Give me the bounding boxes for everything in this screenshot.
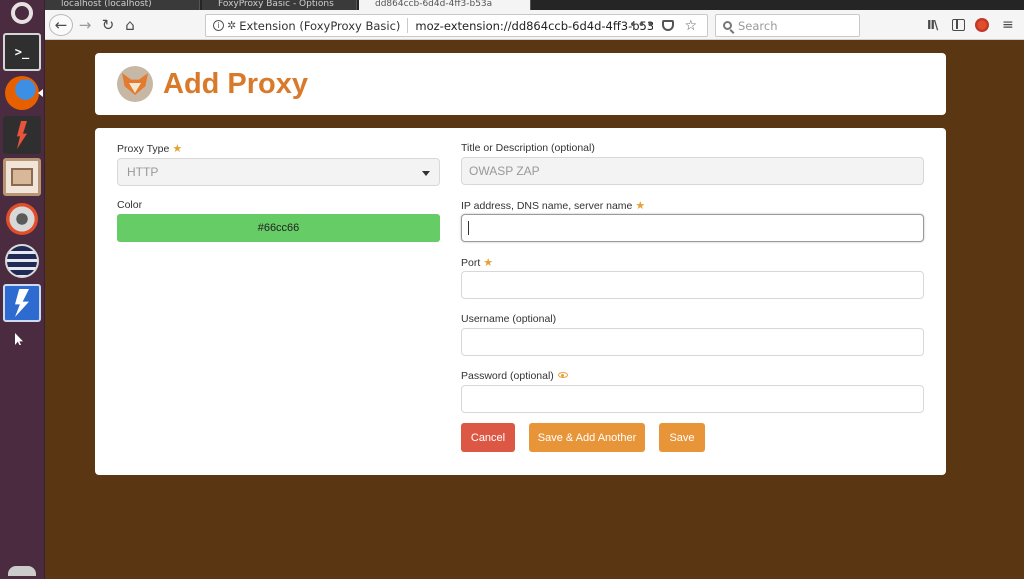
launcher: >_ <box>0 0 45 579</box>
url-text[interactable]: moz-extension://dd864ccb-6d4d-4ff3-b53a-… <box>415 19 653 33</box>
pocket-icon[interactable] <box>662 20 674 31</box>
foxyproxy-logo-icon <box>117 66 153 102</box>
address-label: IP address, DNS name, server name ★ <box>461 199 645 212</box>
proxy-type-label-text: Proxy Type <box>117 143 170 155</box>
gear-icon <box>6 203 38 235</box>
sidebar-icon[interactable] <box>952 19 965 31</box>
tab-label: FoxyProxy Basic - Options <box>218 0 334 9</box>
header-card: Add Proxy <box>95 53 946 115</box>
active-app-indicator <box>38 89 43 97</box>
back-arrow-icon: ← <box>54 16 68 34</box>
title-input[interactable]: OWASP ZAP <box>461 157 924 185</box>
mouse-cursor-icon <box>15 333 23 345</box>
library-icon[interactable]: II\ <box>927 18 938 32</box>
tab-strip: localhost (localhost) FoxyProxy Basic - … <box>45 0 1024 10</box>
back-button[interactable]: ← <box>49 14 73 36</box>
trash-launcher[interactable] <box>8 566 36 576</box>
info-icon[interactable]: i <box>213 20 224 31</box>
url-separator <box>407 18 409 33</box>
color-label: Color <box>117 199 143 211</box>
proxy-type-label: Proxy Type ★ <box>117 142 182 155</box>
tab-localhost[interactable]: localhost (localhost) <box>45 0 200 10</box>
firefox-icon <box>5 76 39 110</box>
password-input[interactable] <box>461 385 924 413</box>
navigation-bar: ← → ↻ ⌂ i ✲ Extension (FoxyProxy Basic) … <box>45 10 1024 40</box>
reload-button[interactable]: ↻ <box>98 14 118 36</box>
search-placeholder: Search <box>738 18 778 33</box>
username-label: Username (optional) <box>461 313 557 325</box>
bookmark-star-icon[interactable]: ☆ <box>684 18 697 34</box>
port-input[interactable] <box>461 271 924 299</box>
tab-add-proxy[interactable]: dd864ccb-6d4d-4ff3-b53a <box>359 0 531 10</box>
files-icon <box>11 168 33 186</box>
username-input[interactable] <box>461 328 924 356</box>
color-picker[interactable]: #66cc66 <box>117 214 440 242</box>
title-label: Title or Description (optional) <box>461 142 595 154</box>
search-icon <box>723 21 732 30</box>
add-proxy-form: Proxy Type ★ HTTP Color #66cc66 Title or … <box>95 128 946 475</box>
color-value: #66cc66 <box>257 222 300 234</box>
required-star-icon: ★ <box>483 257 494 269</box>
chevron-down-icon <box>422 171 430 176</box>
search-input[interactable]: Search <box>715 14 860 37</box>
page-title: Add Proxy <box>163 67 309 100</box>
puzzle-icon: ✲ <box>227 19 237 32</box>
save-and-add-another-button[interactable]: Save & Add Another <box>529 423 645 452</box>
page-actions-icon[interactable]: ••• <box>629 18 655 33</box>
password-label: Password (optional) <box>461 370 568 382</box>
save-button[interactable]: Save <box>659 423 705 452</box>
terminal-launcher[interactable]: >_ <box>3 33 41 71</box>
hamburger-menu-icon[interactable]: ≡ <box>1002 18 1014 32</box>
password-label-text: Password (optional) <box>461 370 554 382</box>
title-placeholder: OWASP ZAP <box>469 164 540 178</box>
url-bar[interactable]: i ✲ Extension (FoxyProxy Basic) moz-exte… <box>205 14 708 37</box>
port-label: Port ★ <box>461 256 493 269</box>
proxy-type-select[interactable]: HTTP <box>117 158 440 186</box>
required-star-icon: ★ <box>172 143 183 155</box>
required-star-icon: ★ <box>635 200 646 212</box>
eclipse-icon <box>5 244 39 278</box>
owasp-zap-launcher[interactable] <box>3 284 41 322</box>
ubuntu-dash-button[interactable] <box>6 0 38 26</box>
lightning-icon <box>15 289 29 317</box>
cancel-button[interactable]: Cancel <box>461 423 515 452</box>
address-input[interactable] <box>461 214 924 242</box>
port-label-text: Port <box>461 257 481 269</box>
firefox-launcher[interactable] <box>3 74 41 112</box>
zap-launcher[interactable] <box>3 116 41 154</box>
settings-launcher[interactable] <box>3 200 41 238</box>
forward-button[interactable]: → <box>75 14 95 36</box>
forward-arrow-icon: → <box>78 16 92 34</box>
address-label-text: IP address, DNS name, server name <box>461 200 633 212</box>
tab-label: dd864ccb-6d4d-4ff3-b53a <box>375 0 493 9</box>
ubuntu-logo-icon <box>11 2 33 24</box>
extension-identity-label: Extension (FoxyProxy Basic) <box>239 18 401 33</box>
home-button[interactable]: ⌂ <box>119 14 141 36</box>
burp-launcher[interactable] <box>3 242 41 280</box>
page-content: Add Proxy Proxy Type ★ HTTP Color #66cc66… <box>45 41 1024 579</box>
proxy-type-value: HTTP <box>127 165 159 179</box>
eye-icon[interactable] <box>557 372 568 378</box>
files-launcher[interactable] <box>3 158 41 196</box>
reload-icon: ↻ <box>101 16 115 34</box>
home-icon: ⌂ <box>125 16 135 34</box>
terminal-icon: >_ <box>14 45 30 59</box>
tab-label: localhost (localhost) <box>61 0 152 9</box>
zap-icon <box>17 121 27 149</box>
text-caret <box>468 221 469 235</box>
tab-foxyproxy-options[interactable]: FoxyProxy Basic - Options <box>202 0 357 10</box>
foxyproxy-toolbar-icon[interactable] <box>975 18 989 32</box>
